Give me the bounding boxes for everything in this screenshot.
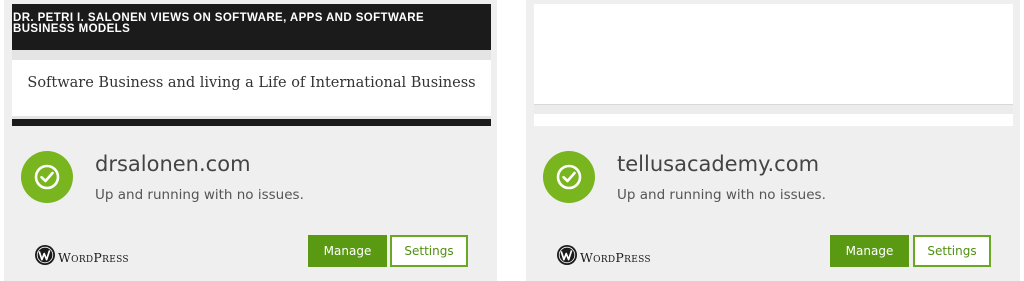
platform-label: WordPress xyxy=(58,250,129,265)
preview-footer-bar xyxy=(12,119,491,126)
preview-divider xyxy=(534,104,1013,114)
settings-button[interactable]: Settings xyxy=(913,235,991,267)
preview-divider xyxy=(534,104,1013,105)
platform-label: WordPress xyxy=(580,250,651,265)
site-preview-thumbnail[interactable]: DR. PETRI I. SALONEN VIEWS ON SOFTWARE, … xyxy=(12,4,491,126)
site-card: DR. PETRI I. SALONEN VIEWS ON SOFTWARE, … xyxy=(4,0,497,281)
check-circle-icon xyxy=(543,151,595,203)
settings-button[interactable]: Settings xyxy=(390,235,468,267)
wordpress-icon xyxy=(35,245,55,265)
preview-site-header: DR. PETRI I. SALONEN VIEWS ON SOFTWARE, … xyxy=(12,4,491,50)
manage-button[interactable]: Manage xyxy=(308,235,387,267)
site-preview-thumbnail[interactable] xyxy=(534,4,1013,126)
preview-tagline: Software Business and living a Life of I… xyxy=(27,75,476,91)
preview-site-title: DR. PETRI I. SALONEN VIEWS ON SOFTWARE, … xyxy=(13,12,425,35)
manage-button[interactable]: Manage xyxy=(830,235,909,267)
wordpress-icon xyxy=(557,245,577,265)
site-domain[interactable]: tellusacademy.com xyxy=(617,152,819,176)
site-status: Up and running with no issues. xyxy=(617,187,826,203)
site-card: tellusacademy.com Up and running with no… xyxy=(526,0,1020,281)
preview-divider xyxy=(12,50,491,60)
site-status: Up and running with no issues. xyxy=(95,187,304,203)
check-circle-icon xyxy=(21,151,73,203)
site-domain[interactable]: drsalonen.com xyxy=(95,152,251,176)
